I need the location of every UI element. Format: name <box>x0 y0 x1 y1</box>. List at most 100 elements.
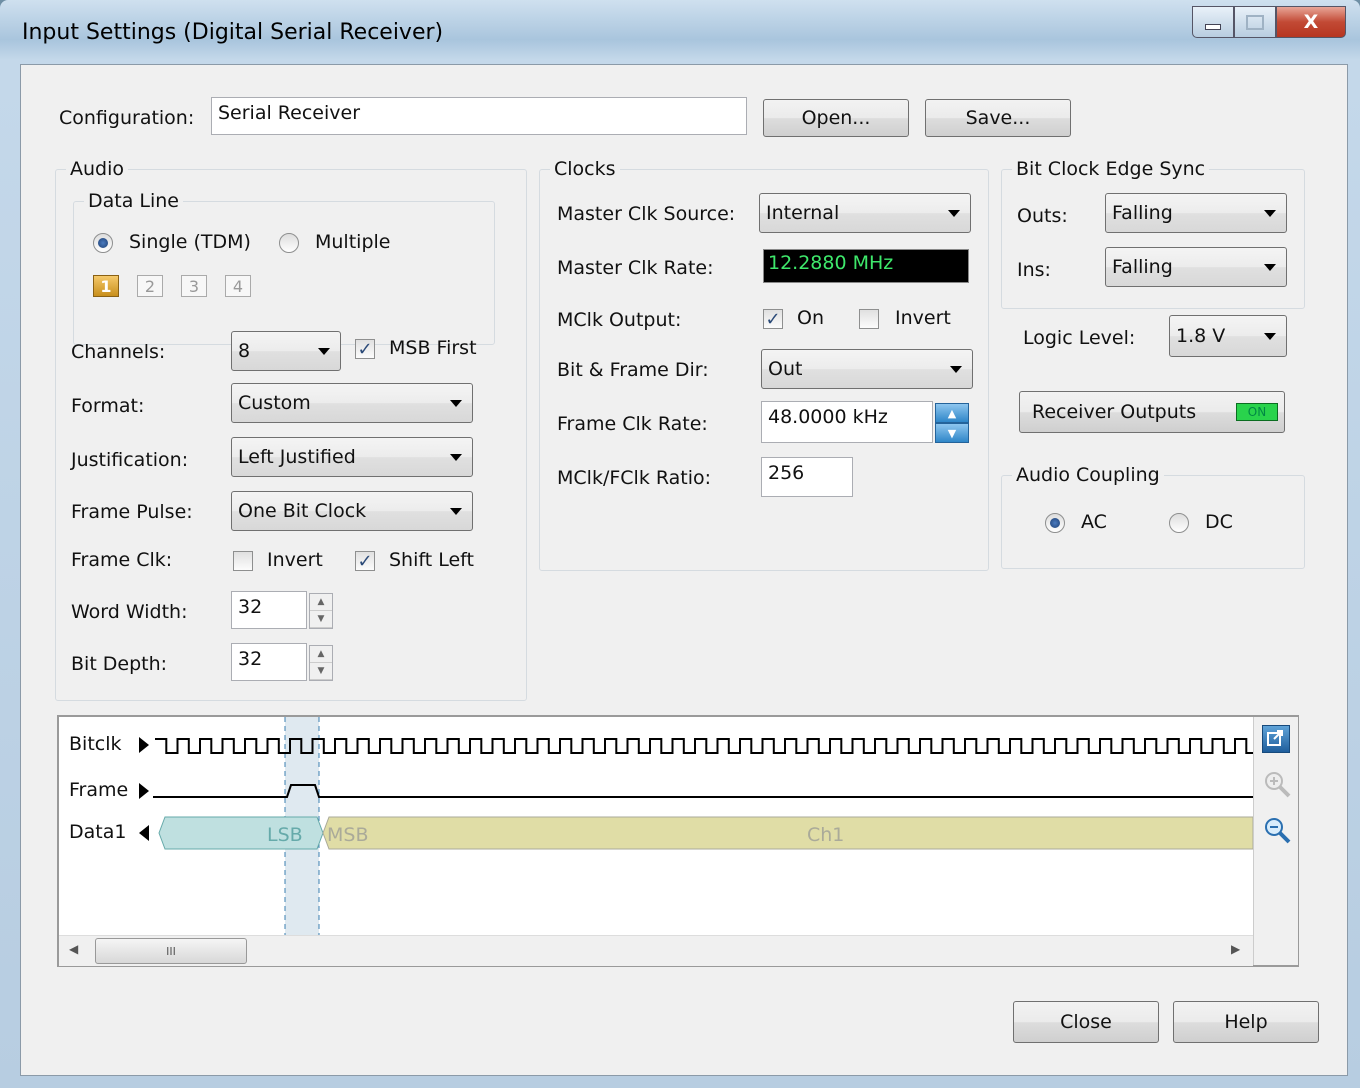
multiple-radio[interactable] <box>279 233 299 253</box>
master-clk-source-label: Master Clk Source: <box>557 203 736 225</box>
horizontal-scrollbar[interactable]: ◀ III ▶ <box>59 935 1253 966</box>
minimize-button[interactable] <box>1192 6 1234 38</box>
spin-up-icon[interactable]: ▲ <box>310 646 332 663</box>
msb-label: MSB <box>327 824 369 846</box>
scroll-thumb[interactable]: III <box>95 938 247 964</box>
mclk-invert-label: Invert <box>895 307 951 329</box>
spin-up-icon[interactable]: ▲ <box>935 403 969 423</box>
word-width-input[interactable]: 32 <box>231 591 307 629</box>
receiver-outputs-button[interactable]: Receiver Outputs ON <box>1019 391 1285 433</box>
coupling-dc-radio[interactable] <box>1169 513 1189 533</box>
outs-select[interactable]: Falling <box>1105 193 1287 233</box>
scroll-left-icon[interactable]: ◀ <box>69 942 78 956</box>
spin-down-icon[interactable]: ▼ <box>935 423 969 443</box>
data-line-1-button[interactable]: 1 <box>93 275 119 297</box>
lsb-label: LSB <box>267 824 303 846</box>
data-line-3-button[interactable]: 3 <box>181 275 207 297</box>
title-bar[interactable]: Input Settings (Digital Serial Receiver)… <box>0 0 1360 64</box>
shift-left-checkbox[interactable]: ✓ <box>355 550 375 572</box>
format-value: Custom <box>238 392 311 414</box>
spin-down-icon[interactable]: ▼ <box>310 663 332 680</box>
close-icon: X <box>1303 11 1319 33</box>
chevron-down-icon <box>450 454 462 461</box>
spin-up-icon[interactable]: ▲ <box>310 594 332 611</box>
bit-depth-label: Bit Depth: <box>71 653 168 675</box>
bit-depth-stepper[interactable]: ▲ ▼ <box>309 645 333 681</box>
mclk-on-label: On <box>797 307 824 329</box>
timing-waveforms: LSB MSB Ch1 <box>139 717 1253 935</box>
help-button[interactable]: Help <box>1173 1001 1319 1043</box>
shift-left-label: Shift Left <box>389 549 474 571</box>
zoom-in-icon[interactable] <box>1262 769 1292 804</box>
msb-segment <box>322 816 1253 850</box>
zoom-out-icon[interactable] <box>1262 815 1292 850</box>
coupling-ac-radio[interactable] <box>1045 513 1065 533</box>
single-tdm-radio[interactable] <box>93 233 113 253</box>
master-clk-source-value: Internal <box>766 202 840 224</box>
data-line-4-button[interactable]: 4 <box>225 275 251 297</box>
configuration-input[interactable]: Serial Receiver <box>211 97 747 135</box>
msb-first-checkbox[interactable]: ✓ <box>355 338 375 360</box>
channels-select[interactable]: 8 <box>231 331 341 371</box>
frame-label: Frame <box>69 779 129 801</box>
data-line-2-button[interactable]: 2 <box>137 275 163 297</box>
edge-sync-title: Bit Clock Edge Sync <box>1012 158 1210 180</box>
frame-clk-invert-label: Invert <box>267 549 323 571</box>
logic-level-select[interactable]: 1.8 V <box>1169 315 1287 357</box>
edge-sync-group: Bit Clock Edge Sync <box>1001 158 1305 309</box>
mclk-invert-checkbox[interactable] <box>859 309 879 329</box>
data-line-title: Data Line <box>84 190 184 212</box>
master-clk-rate-display: 12.2880 MHz <box>763 249 969 283</box>
chevron-down-icon <box>1264 333 1276 340</box>
frame-clk-rate-input[interactable]: 48.0000 kHz <box>761 401 933 443</box>
word-width-stepper[interactable]: ▲ ▼ <box>309 593 333 629</box>
mclk-on-checkbox[interactable]: ✓ <box>763 308 783 330</box>
save-button[interactable]: Save... <box>925 99 1071 137</box>
close-window-button[interactable]: X <box>1276 6 1346 38</box>
justification-select[interactable]: Left Justified <box>231 437 473 477</box>
maximize-button[interactable] <box>1234 6 1276 38</box>
msb-first-label: MSB First <box>389 337 477 359</box>
checkmark-icon: ✓ <box>357 338 373 360</box>
data1-label: Data1 <box>69 821 127 843</box>
timing-diagram[interactable]: LSB MSB Ch1 Bitclk Frame Data1 ◀ III ▶ <box>57 715 1299 967</box>
audio-group-title: Audio <box>66 158 129 180</box>
checkmark-icon: ✓ <box>357 550 373 572</box>
chevron-down-icon <box>450 400 462 407</box>
window-controls: X <box>1192 6 1346 38</box>
open-button[interactable]: Open... <box>763 99 909 137</box>
ins-select[interactable]: Falling <box>1105 247 1287 287</box>
spin-down-icon[interactable]: ▼ <box>310 611 332 628</box>
outs-value: Falling <box>1112 202 1173 224</box>
multiple-label: Multiple <box>315 231 391 253</box>
close-button[interactable]: Close <box>1013 1001 1159 1043</box>
channels-label: Channels: <box>71 341 166 363</box>
frame-clk-rate-label: Frame Clk Rate: <box>557 413 708 435</box>
justification-label: Justification: <box>71 449 189 471</box>
frame-clk-rate-stepper[interactable]: ▲ ▼ <box>935 403 969 443</box>
chevron-down-icon <box>1264 210 1276 217</box>
format-select[interactable]: Custom <box>231 383 473 423</box>
mclk-fclk-ratio-input[interactable]: 256 <box>761 457 853 497</box>
bit-frame-dir-value: Out <box>768 358 803 380</box>
outs-label: Outs: <box>1017 205 1068 227</box>
audio-coupling-title: Audio Coupling <box>1012 464 1164 486</box>
scroll-right-icon[interactable]: ▶ <box>1231 942 1240 956</box>
popout-icon[interactable] <box>1262 725 1290 753</box>
checkmark-icon: ✓ <box>765 308 781 330</box>
data-direction-icon <box>139 825 149 841</box>
bitclk-direction-icon <box>139 737 149 753</box>
frame-pulse-select[interactable]: One Bit Clock <box>231 491 473 531</box>
receiver-outputs-label: Receiver Outputs <box>1032 401 1197 423</box>
window-title: Input Settings (Digital Serial Receiver) <box>22 20 444 45</box>
single-tdm-label: Single (TDM) <box>129 231 251 253</box>
frame-pulse-label: Frame Pulse: <box>71 501 193 523</box>
master-clk-source-select[interactable]: Internal <box>759 193 971 233</box>
ins-value: Falling <box>1112 256 1173 278</box>
bit-depth-input[interactable]: 32 <box>231 643 307 681</box>
chevron-down-icon <box>948 210 960 217</box>
frame-clk-invert-checkbox[interactable] <box>233 551 253 571</box>
bit-frame-dir-select[interactable]: Out <box>761 349 973 389</box>
timing-toolbar <box>1253 717 1298 965</box>
clocks-group-title: Clocks <box>550 158 620 180</box>
